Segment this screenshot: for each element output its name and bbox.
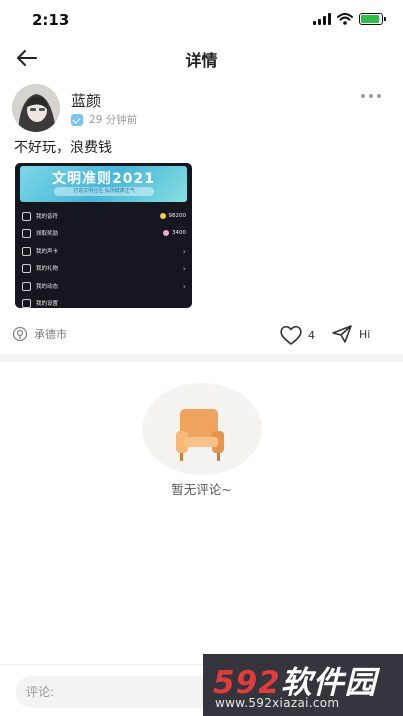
post-text: 不好玩，浪费钱	[14, 140, 112, 156]
page-title: 详情	[185, 51, 218, 70]
image-menu-row: 领取奖励 3400	[22, 226, 186, 240]
battery-icon	[359, 13, 386, 25]
image-menu-row: 我的音符 98200	[22, 209, 186, 223]
menu-value-text: 3400	[172, 230, 186, 236]
post-meta: 29 分钟前	[71, 112, 137, 127]
post-footer: 承德市 4 Hi	[0, 322, 403, 348]
coin-icon	[159, 213, 166, 219]
wifi-icon	[337, 13, 353, 25]
watermark-url: www.592xiazai.com	[215, 696, 340, 710]
menu-value: 3400	[163, 230, 186, 236]
nav-bar: 详情	[0, 40, 403, 76]
image-menu-row: 我的礼物 ›	[22, 261, 186, 275]
coin-icon	[163, 230, 169, 236]
avatar-image	[12, 84, 60, 132]
menu-reward-icon	[22, 228, 31, 238]
menu-label: 我的声卡	[36, 249, 59, 255]
status-icons	[313, 13, 386, 25]
status-bar: 2:13	[0, 0, 403, 40]
more-options-button[interactable]	[361, 94, 381, 98]
chevron-right-icon: ›	[182, 281, 186, 291]
menu-label: 我的设置	[36, 301, 59, 307]
like-button[interactable]: 4	[279, 324, 315, 346]
chevron-right-icon: ›	[182, 246, 186, 256]
empty-comments-text: 暂无评论~	[171, 482, 232, 497]
author-name[interactable]: 蓝颜	[71, 90, 101, 111]
more-dot-icon	[361, 94, 365, 98]
menu-feed-icon	[22, 281, 31, 291]
verified-badge-icon	[71, 113, 83, 126]
banner-subtitle: 打造文明社区 弘扬健康正气	[54, 187, 154, 196]
image-banner: 文明准则2021 打造文明社区 弘扬健康正气	[20, 166, 187, 202]
menu-label: 我的动态	[36, 284, 59, 290]
empty-illustration	[142, 383, 262, 475]
image-menu-row: 我的设置	[22, 296, 186, 308]
menu-gift-icon	[22, 263, 31, 273]
post-card: 蓝颜 29 分钟前 不好玩，浪费钱 文明准则2021 打造文明社区 弘扬健康正气…	[0, 82, 403, 348]
send-icon	[332, 325, 352, 343]
post-image[interactable]: 文明准则2021 打造文明社区 弘扬健康正气 我的音符 98200 领取奖励 3…	[15, 163, 192, 308]
menu-value: 98200	[159, 213, 187, 219]
section-divider	[0, 354, 403, 362]
share-label: Hi	[359, 327, 371, 341]
location[interactable]: 承德市	[12, 326, 67, 342]
empty-comments: 暂无评论~	[0, 383, 403, 503]
share-button[interactable]: Hi	[331, 324, 370, 344]
banner-title: 文明准则2021	[52, 171, 155, 187]
battery-fill	[361, 15, 379, 23]
image-menu-row: 我的动态 ›	[22, 279, 186, 293]
menu-wallet-icon	[22, 211, 31, 221]
menu-label: 领取奖励	[36, 231, 59, 237]
menu-soundcard-icon	[22, 246, 31, 256]
menu-label: 我的音符	[36, 214, 59, 220]
menu-label: 我的礼物	[36, 266, 59, 272]
heart-icon	[280, 325, 302, 345]
status-time: 2:13	[32, 11, 70, 29]
more-dot-icon	[377, 94, 381, 98]
menu-value-text: 98200	[168, 213, 187, 219]
location-label: 承德市	[34, 328, 67, 341]
sofa-icon	[176, 409, 224, 461]
signal-icon	[313, 13, 331, 25]
chevron-right-icon: ›	[182, 263, 186, 273]
more-dot-icon	[369, 94, 373, 98]
avatar[interactable]	[12, 84, 60, 132]
like-count: 4	[308, 328, 315, 342]
location-pin-icon	[12, 326, 28, 342]
post-time: 29 分钟前	[89, 114, 138, 126]
menu-settings-icon	[22, 298, 31, 308]
watermark: 592软件园 www.592xiazai.com	[203, 654, 403, 716]
image-menu-row: 我的声卡 ›	[22, 244, 186, 258]
